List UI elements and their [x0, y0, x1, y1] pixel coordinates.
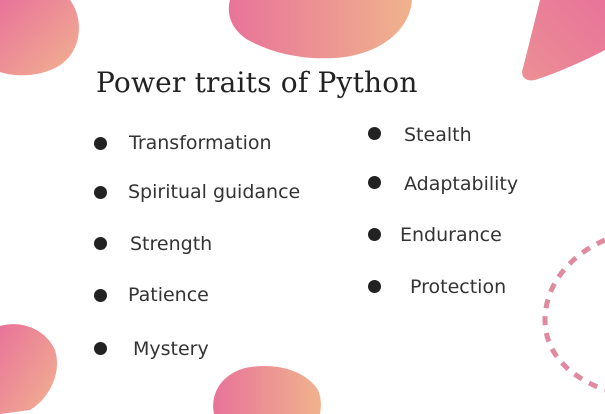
- blob-bottom-left: [0, 324, 58, 414]
- trait-label: Spiritual guidance: [128, 181, 301, 203]
- blob-top-center: [228, 0, 412, 59]
- bullet-icon: [368, 127, 381, 140]
- dashed-arc: [542, 237, 605, 393]
- bullet-icon: [94, 186, 107, 199]
- trait-label: Adaptability: [404, 173, 519, 195]
- trait-label: Patience: [128, 284, 209, 306]
- bullet-icon: [368, 280, 381, 293]
- trait-label: Stealth: [404, 124, 472, 146]
- blob-top-right: [522, 0, 605, 81]
- blob-top-left: [0, 0, 79, 76]
- bullet-icon: [94, 237, 107, 250]
- bullet-icon: [368, 228, 381, 241]
- decorative-background: [0, 0, 605, 414]
- bullet-icon: [94, 342, 107, 355]
- trait-label: Mystery: [133, 338, 209, 360]
- trait-label: Endurance: [400, 224, 502, 246]
- trait-label: Strength: [130, 233, 213, 255]
- bullet-icon: [94, 137, 107, 150]
- bullet-icon: [368, 176, 381, 189]
- page-title: Power traits of Python: [96, 66, 418, 99]
- blob-bottom-center: [213, 366, 321, 414]
- trait-label: Transformation: [129, 132, 272, 154]
- trait-label: Protection: [410, 276, 507, 298]
- bullet-icon: [94, 289, 107, 302]
